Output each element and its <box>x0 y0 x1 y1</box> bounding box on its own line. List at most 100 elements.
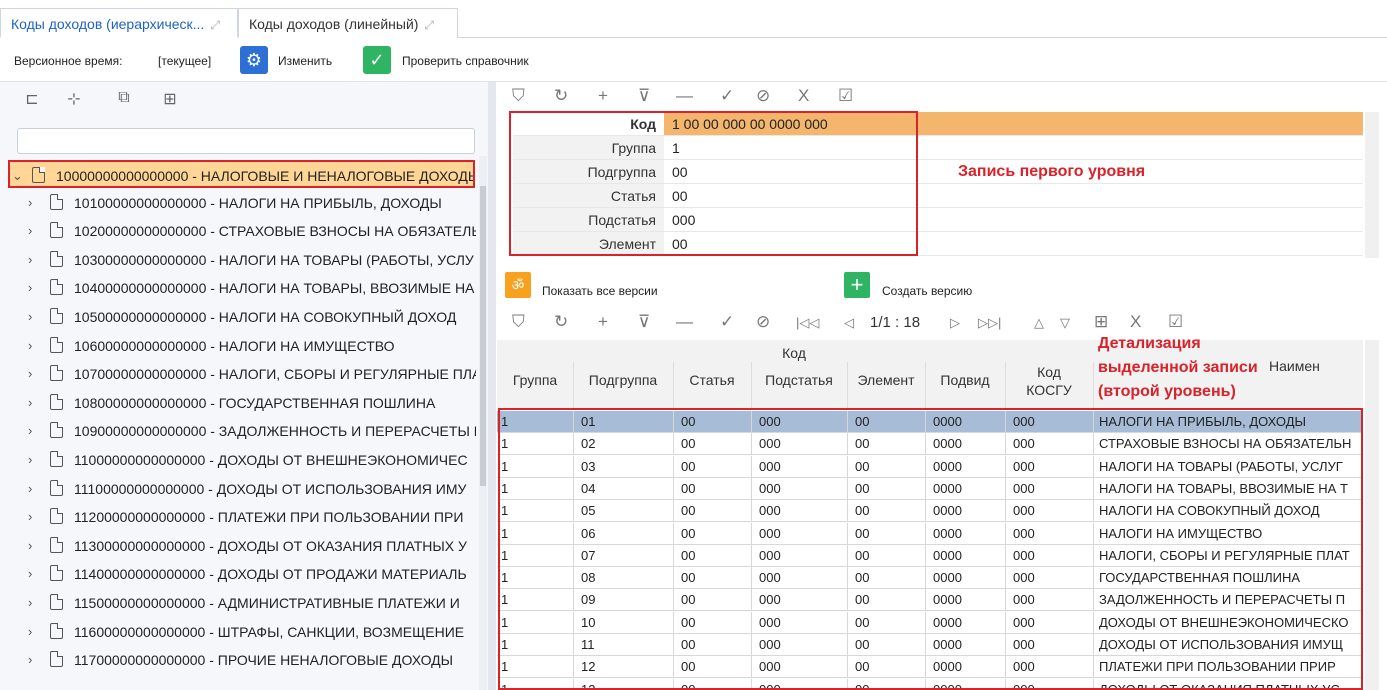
form-scrollbar[interactable] <box>1365 112 1379 258</box>
chevron-right-icon[interactable]: › <box>28 652 32 667</box>
tree-item[interactable]: › 10900000000000000 - ЗАДОЛЖЕННОСТЬ И ПЕР… <box>0 417 476 445</box>
glasses-icon[interactable]: ॐ <box>505 272 531 298</box>
chevron-right-icon[interactable]: › <box>28 595 32 610</box>
refresh-icon[interactable]: ↻ <box>554 312 568 332</box>
filter-icon[interactable]: ⛉ <box>512 86 525 106</box>
highlight-box <box>498 408 1363 690</box>
tree-item[interactable]: › 10500000000000000 - НАЛОГИ НА СОВОКУПНЫ… <box>0 303 476 331</box>
column-header[interactable]: Подстатья <box>751 372 847 388</box>
column-header[interactable]: Элемент <box>847 372 925 388</box>
chevron-right-icon[interactable]: › <box>28 423 32 438</box>
last-page-icon[interactable]: ▷▷| <box>978 315 1001 331</box>
tree-item[interactable]: › 11400000000000000 - ДОХОДЫ ОТ ПРОДАЖИ М… <box>0 560 476 588</box>
chevron-right-icon[interactable]: › <box>28 452 32 467</box>
highlight-box <box>509 111 918 256</box>
chevron-right-icon[interactable]: › <box>28 309 32 324</box>
remove-icon[interactable]: — <box>676 86 693 106</box>
tree-item[interactable]: › 10200000000000000 - СТРАХОВЫЕ ВЗНОСЫ НА… <box>0 217 476 245</box>
expand-icon[interactable]: ⤢ <box>424 18 434 32</box>
tree-item[interactable]: › 11100000000000000 - ДОХОДЫ ОТ ИСПОЛЬЗОВ… <box>0 475 476 503</box>
column-header[interactable]: Статья <box>673 372 751 388</box>
column-header[interactable]: Подгруппа <box>573 372 673 388</box>
chevron-right-icon[interactable]: › <box>28 395 32 410</box>
hierarchy-icon[interactable]: ⊞ <box>160 89 180 109</box>
chevron-right-icon[interactable]: › <box>28 481 32 496</box>
edit-icon[interactable]: ⊽ <box>638 312 650 332</box>
grid-view-icon[interactable]: ⊞ <box>1094 312 1108 332</box>
excel-icon[interactable]: X <box>1130 312 1141 332</box>
remove-icon[interactable]: — <box>676 312 693 332</box>
checkbox-icon[interactable]: ☑ <box>838 86 853 106</box>
grid-scrollbar[interactable] <box>1365 340 1379 690</box>
scroll-thumb[interactable] <box>480 186 486 486</box>
column-header[interactable]: Код <box>1005 364 1093 380</box>
tree-scrollbar[interactable] <box>479 156 487 690</box>
chevron-right-icon[interactable]: › <box>28 280 32 295</box>
next-page-icon[interactable]: ▷ <box>950 315 960 331</box>
first-page-icon[interactable]: |◁◁ <box>796 315 819 331</box>
check-directory-button[interactable]: Проверить справочник <box>402 54 529 68</box>
chevron-right-icon[interactable]: › <box>28 509 32 524</box>
add-child-icon[interactable]: ⊹ <box>64 89 84 109</box>
tree-item[interactable]: › 10100000000000000 - НАЛОГИ НА ПРИБЫЛЬ, … <box>0 189 476 217</box>
create-version-button[interactable]: Создать версию <box>882 284 972 298</box>
tree-item[interactable]: › 11000000000000000 - ДОХОДЫ ОТ ВНЕШНЕЭКО… <box>0 446 476 474</box>
sort-down-icon[interactable]: ▽ <box>1060 315 1070 331</box>
tab-hierarchical[interactable]: Коды доходов (иерархическ... ⤢ <box>0 8 238 38</box>
cancel-icon[interactable]: ⊘ <box>756 312 770 332</box>
chevron-right-icon[interactable]: › <box>28 195 32 210</box>
chevron-right-icon[interactable]: › <box>28 566 32 581</box>
collapse-all-icon[interactable]: ⊏ <box>22 89 42 109</box>
tree-item[interactable]: › 10800000000000000 - ГОСУДАРСТВЕННАЯ ПОШ… <box>0 389 476 417</box>
copy-icon[interactable]: ⧉ <box>114 89 134 109</box>
chevron-right-icon[interactable]: › <box>28 338 32 353</box>
expand-icon[interactable]: ⤢ <box>210 18 220 32</box>
tree-item[interactable]: › 11500000000000000 - АДМИНИСТРАТИВНЫЕ ПЛ… <box>0 589 476 617</box>
gear-icon[interactable]: ⚙ <box>240 46 268 74</box>
tree-item[interactable]: › 11700000000000000 - ПРОЧИЕ НЕНАЛОГОВЫЕ … <box>0 646 476 674</box>
panel-splitter[interactable] <box>488 82 496 690</box>
refresh-icon[interactable]: ↻ <box>554 86 568 106</box>
name-column-header[interactable]: Наимен <box>1269 358 1320 374</box>
column-header[interactable]: Группа <box>497 372 573 388</box>
change-button[interactable]: Изменить <box>278 54 332 68</box>
excel-icon[interactable]: X <box>798 86 809 106</box>
code-group-header: Код <box>782 345 806 361</box>
column-header[interactable]: КОСГУ <box>1005 382 1093 398</box>
chevron-right-icon[interactable]: › <box>28 624 32 639</box>
confirm-icon[interactable]: ✓ <box>720 312 734 332</box>
plus-icon[interactable]: + <box>844 272 870 298</box>
document-icon <box>50 565 63 582</box>
tree-item[interactable]: › 11600000000000000 - ШТРАФЫ, САНКЦИИ, ВО… <box>0 618 476 646</box>
check-icon[interactable]: ✓ <box>363 46 391 74</box>
add-icon[interactable]: + <box>598 312 608 332</box>
tree-item-label: 11000000000000000 - ДОХОДЫ ОТ ВНЕШНЕЭКОН… <box>74 452 468 468</box>
version-actions: ॐ Показать все версии + Создать версию <box>500 268 1387 308</box>
sort-up-icon[interactable]: △ <box>1034 315 1044 331</box>
tree-item[interactable]: ⌄ 10000000000000000 - НАЛОГОВЫЕ И НЕНАЛОГ… <box>8 160 475 188</box>
chevron-right-icon[interactable]: › <box>28 223 32 238</box>
prev-page-icon[interactable]: ◁ <box>844 315 854 331</box>
tree-item[interactable]: › 10400000000000000 - НАЛОГИ НА ТОВАРЫ, В… <box>0 274 476 302</box>
cancel-icon[interactable]: ⊘ <box>756 86 770 106</box>
document-icon <box>50 594 63 610</box>
tree-item[interactable]: › 10600000000000000 - НАЛОГИ НА ИМУЩЕСТВО <box>0 332 476 360</box>
tree-item[interactable]: › 11300000000000000 - ДОХОДЫ ОТ ОКАЗАНИЯ … <box>0 532 476 560</box>
column-header[interactable]: Подвид <box>925 372 1005 388</box>
edit-icon[interactable]: ⊽ <box>638 86 650 106</box>
tab-linear[interactable]: Коды доходов (линейный) ⤢ <box>238 8 458 38</box>
show-all-versions-button[interactable]: Показать все версии <box>542 284 658 298</box>
chevron-right-icon[interactable]: › <box>28 366 32 381</box>
add-icon[interactable]: + <box>598 86 608 106</box>
chevron-down-icon[interactable]: ⌄ <box>12 168 23 184</box>
chevron-right-icon[interactable]: › <box>28 252 32 267</box>
tree-search-input[interactable] <box>17 128 475 154</box>
filter-icon[interactable]: ⛉ <box>512 312 525 332</box>
chevron-right-icon[interactable]: › <box>28 538 32 553</box>
tree-item[interactable]: › 10300000000000000 - НАЛОГИ НА ТОВАРЫ (Р… <box>0 246 476 274</box>
confirm-icon[interactable]: ✓ <box>720 86 734 106</box>
tree-item[interactable]: › 11200000000000000 - ПЛАТЕЖИ ПРИ ПОЛЬЗОВ… <box>0 503 476 531</box>
annotation-first-level: Запись первого уровня <box>958 163 1146 180</box>
checkbox-icon[interactable]: ☑ <box>1168 312 1183 332</box>
tree-item[interactable]: › 10700000000000000 - НАЛОГИ, СБОРЫ И РЕГ… <box>0 360 476 388</box>
